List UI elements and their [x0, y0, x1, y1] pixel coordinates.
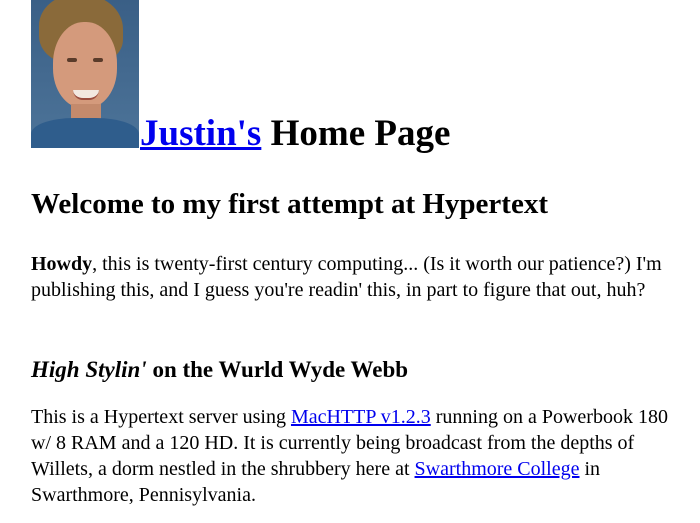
styling-heading-italic: High Stylin'	[31, 357, 147, 382]
swarthmore-college-link[interactable]: Swarthmore College	[415, 458, 580, 480]
portrait-eye-left	[67, 58, 77, 62]
portrait-eye-right	[93, 58, 103, 62]
justin-link[interactable]: Justin's	[140, 113, 261, 154]
styling-heading: High Stylin' on the Wurld Wyde Webb	[31, 355, 408, 385]
intro-paragraph: Howdy, this is twenty-first century comp…	[31, 251, 691, 303]
styling-heading-rest: on the Wurld Wyde Webb	[146, 357, 409, 382]
portrait-image	[31, 0, 139, 148]
server-text-1: This is a Hypertext server using	[31, 406, 291, 428]
portrait-shirt	[31, 118, 139, 148]
intro-text: , this is twenty-first century computing…	[31, 253, 662, 301]
page: Justin's Home Page Welcome to my first a…	[0, 0, 700, 523]
machttp-link[interactable]: MacHTTP v1.2.3	[291, 406, 431, 428]
welcome-heading: Welcome to my first attempt at Hypertext	[31, 188, 548, 220]
page-title-rest: Home Page	[261, 113, 451, 154]
intro-bold-word: Howdy	[31, 253, 93, 275]
page-title: Justin's Home Page	[140, 112, 450, 156]
server-paragraph: This is a Hypertext server using MacHTTP…	[31, 404, 691, 508]
